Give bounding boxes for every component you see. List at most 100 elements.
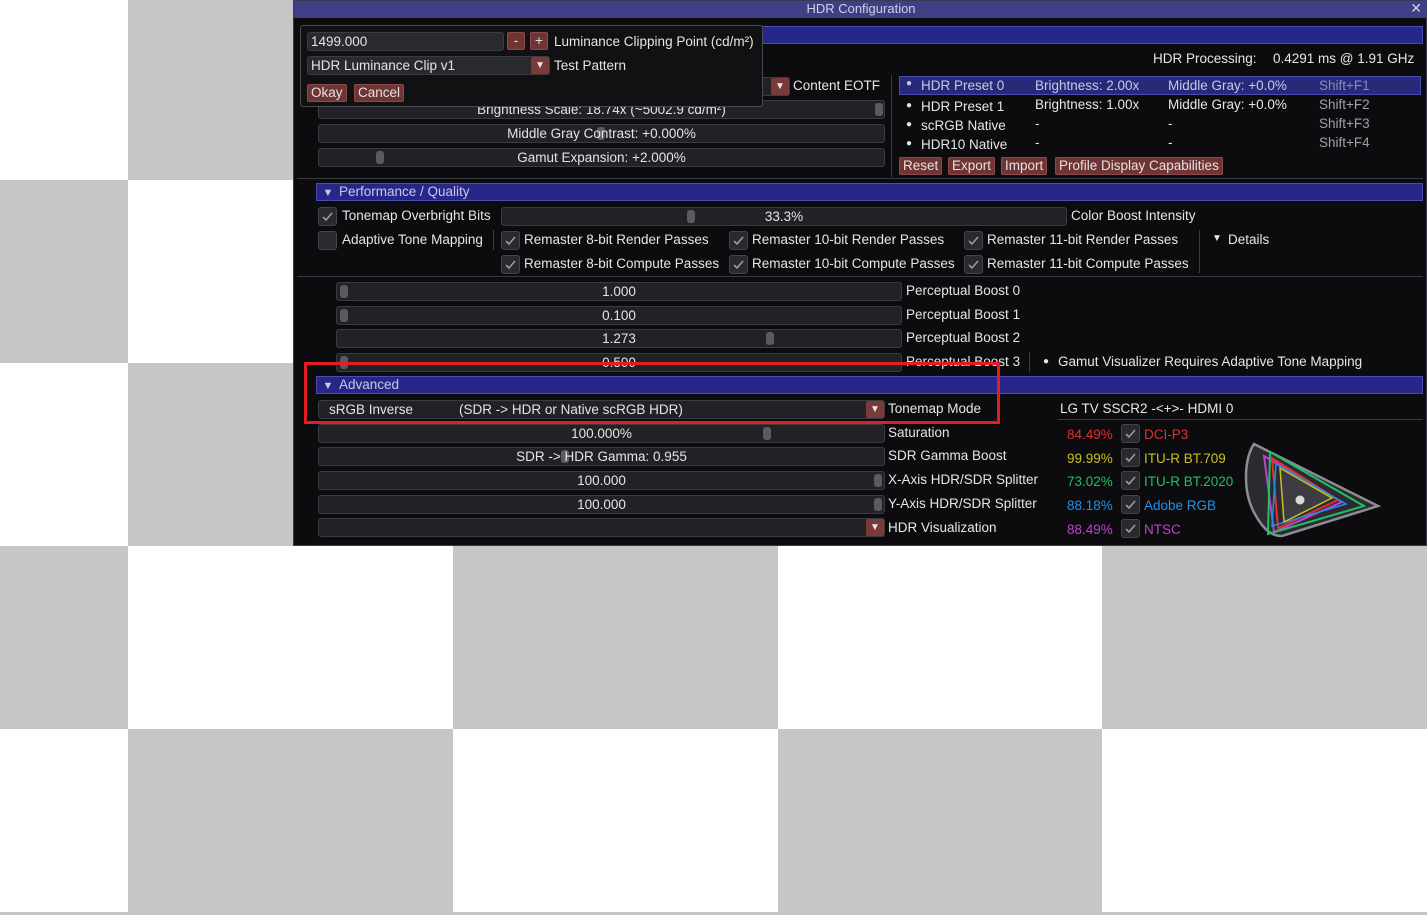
gamut-name: ITU-R BT.709 [1144, 451, 1226, 466]
chevron-down-icon: ▼ [771, 78, 789, 95]
saturation-value: 100.000% [571, 426, 632, 441]
color-boost-slider[interactable]: 33.3% [501, 207, 1067, 226]
content-eotf-label: Content EOTF [793, 78, 881, 93]
saturation-slider[interactable]: 100.000% [318, 424, 885, 443]
import-button[interactable]: Import [1001, 157, 1048, 175]
perceptual-boost-label: Perceptual Boost 0 [906, 283, 1021, 298]
reset-button[interactable]: Reset [899, 157, 943, 175]
preset-1-brightness: Brightness: 1.00x [1035, 97, 1140, 112]
preset-3-brightness: - [1035, 135, 1040, 150]
remaster-10-compute-checkbox[interactable] [729, 255, 748, 274]
preset-3-middle-gray: - [1168, 135, 1173, 150]
preset-3-name[interactable]: HDR10 Native [921, 137, 1007, 152]
preset-1-hotkey: Shift+F2 [1319, 97, 1370, 112]
details-toggle[interactable]: Details [1228, 232, 1269, 247]
tonemap-mode-value: sRGB Inverse [329, 402, 414, 417]
preset-bullet: ● [906, 78, 913, 89]
preset-0-brightness: Brightness: 2.00x [1035, 78, 1140, 93]
saturation-label: Saturation [888, 425, 950, 440]
remaster-10-compute-label: Remaster 10-bit Compute Passes [752, 256, 955, 271]
luminance-value-input[interactable]: 1499.000 [307, 32, 504, 51]
close-icon[interactable]: ✕ [1410, 0, 1422, 16]
advanced-section-header[interactable]: ▼ Advanced [316, 376, 1423, 394]
tonemap-mode-label: Tonemap Mode [888, 401, 982, 416]
luminance-decrement-button[interactable]: - [507, 32, 525, 50]
gamut-checkbox-dci-p3[interactable] [1121, 424, 1140, 443]
test-pattern-combo[interactable]: HDR Luminance Clip v1 ▼ [307, 56, 550, 75]
gamut-coverage-pct: 88.18% [1067, 498, 1113, 513]
remaster-8-compute-checkbox[interactable] [501, 255, 520, 274]
gamut-name: NTSC [1144, 522, 1181, 537]
preset-2-brightness: - [1035, 116, 1040, 131]
gamut-note-bullet: ● [1043, 356, 1050, 367]
remaster-11-compute-checkbox[interactable] [964, 255, 983, 274]
adaptive-tone-checkbox[interactable] [318, 231, 337, 250]
export-button[interactable]: Export [948, 157, 996, 175]
gamut-checkbox-ntsc[interactable] [1121, 519, 1140, 538]
preset-0-name[interactable]: HDR Preset 0 [921, 78, 1004, 93]
sdr-gamma-label: SDR Gamma Boost [888, 448, 1007, 463]
profile-display-button[interactable]: Profile Display Capabilities [1055, 157, 1223, 175]
remaster-11-compute-label: Remaster 11-bit Compute Passes [987, 256, 1189, 271]
window-titlebar[interactable]: HDR Configuration ✕ [294, 0, 1427, 18]
chevron-down-icon: ▼ [866, 401, 884, 418]
middle-gray-contrast-value: Middle Gray Contrast: +0.000% [507, 126, 696, 141]
gamut-visualizer-diagram [1244, 442, 1382, 538]
window-title: HDR Configuration [806, 1, 916, 16]
preset-1-middle-gray: Middle Gray: +0.0% [1168, 97, 1287, 112]
vertical-divider [1029, 352, 1030, 372]
gamut-coverage-pct: 88.49% [1067, 522, 1113, 537]
perceptual-boost-2-slider[interactable]: 1.273 [336, 329, 902, 348]
hdr-visualization-label: HDR Visualization [888, 520, 997, 535]
performance-section-header[interactable]: ▼ Performance / Quality [316, 183, 1423, 201]
hdr-visualization-combo[interactable]: ▼ [318, 518, 885, 537]
vertical-divider [493, 230, 494, 250]
chevron-down-icon: ▼ [866, 519, 884, 536]
luminance-value: 1499.000 [311, 34, 368, 49]
preset-3-hotkey: Shift+F4 [1319, 135, 1370, 150]
sdr-gamma-slider[interactable]: SDR -> HDR Gamma: 0.955 [318, 447, 885, 466]
x-axis-splitter-slider[interactable]: 100.000 [318, 471, 885, 490]
collapse-triangle-icon: ▼ [322, 380, 334, 392]
okay-button[interactable]: Okay [307, 84, 347, 102]
test-pattern-label: Test Pattern [554, 58, 627, 73]
gamut-expansion-slider[interactable]: Gamut Expansion: +2.000% [318, 148, 885, 167]
tonemap-overbright-checkbox[interactable] [318, 207, 337, 226]
perceptual-boost-3-slider[interactable]: 0.500 [336, 353, 902, 372]
display-name: LG TV SSCR2 -<+>- HDMI 0 [1060, 401, 1234, 416]
hdr-processing-label: HDR Processing: [1153, 51, 1257, 66]
remaster-10-render-label: Remaster 10-bit Render Passes [752, 232, 945, 247]
preset-1-name[interactable]: HDR Preset 1 [921, 99, 1004, 114]
gamut-checkbox-adobe-rgb[interactable] [1121, 495, 1140, 514]
color-boost-grab[interactable] [687, 210, 695, 223]
luminance-increment-button[interactable]: + [530, 32, 548, 50]
horizontal-divider [297, 178, 1423, 179]
luminance-clip-popup: 1499.000 - + Luminance Clipping Point (c… [300, 25, 763, 107]
perceptual-boost-0-slider[interactable]: 1.000 [336, 282, 902, 301]
remaster-11-render-checkbox[interactable] [964, 231, 983, 250]
preset-bullet: ● [906, 100, 913, 111]
perceptual-boost-value: 0.500 [602, 355, 636, 370]
remaster-10-render-checkbox[interactable] [729, 231, 748, 250]
gamut-checkbox-bt709[interactable] [1121, 448, 1140, 467]
top-header-bar[interactable] [755, 26, 1423, 44]
hdr-processing-value: 0.4291 ms @ 1.91 GHz [1273, 51, 1415, 66]
preset-bullet: ● [906, 138, 913, 149]
details-triangle-icon[interactable]: ▼ [1212, 233, 1222, 244]
perceptual-boost-1-slider[interactable]: 0.100 [336, 306, 902, 325]
horizontal-divider [297, 276, 1423, 277]
middle-gray-contrast-slider[interactable]: Middle Gray Contrast: +0.000% [318, 124, 885, 143]
cancel-button[interactable]: Cancel [354, 84, 405, 102]
tonemap-overbright-label: Tonemap Overbright Bits [342, 208, 491, 223]
gamut-name: ITU-R BT.2020 [1144, 474, 1234, 489]
tonemap-mode-combo[interactable]: sRGB Inverse (SDR -> HDR or Native scRGB… [318, 400, 885, 419]
perceptual-boost-label: Perceptual Boost 1 [906, 307, 1021, 322]
y-axis-splitter-slider[interactable]: 100.000 [318, 495, 885, 514]
perceptual-boost-label: Perceptual Boost 2 [906, 330, 1021, 345]
gamut-checkbox-bt2020[interactable] [1121, 471, 1140, 490]
preset-2-name[interactable]: scRGB Native [921, 118, 1006, 133]
remaster-8-render-checkbox[interactable] [501, 231, 520, 250]
color-boost-value: 33.3% [764, 209, 804, 224]
luminance-clip-label: Luminance Clipping Point (cd/m²) [554, 34, 754, 49]
performance-header-label: Performance / Quality [339, 184, 470, 199]
